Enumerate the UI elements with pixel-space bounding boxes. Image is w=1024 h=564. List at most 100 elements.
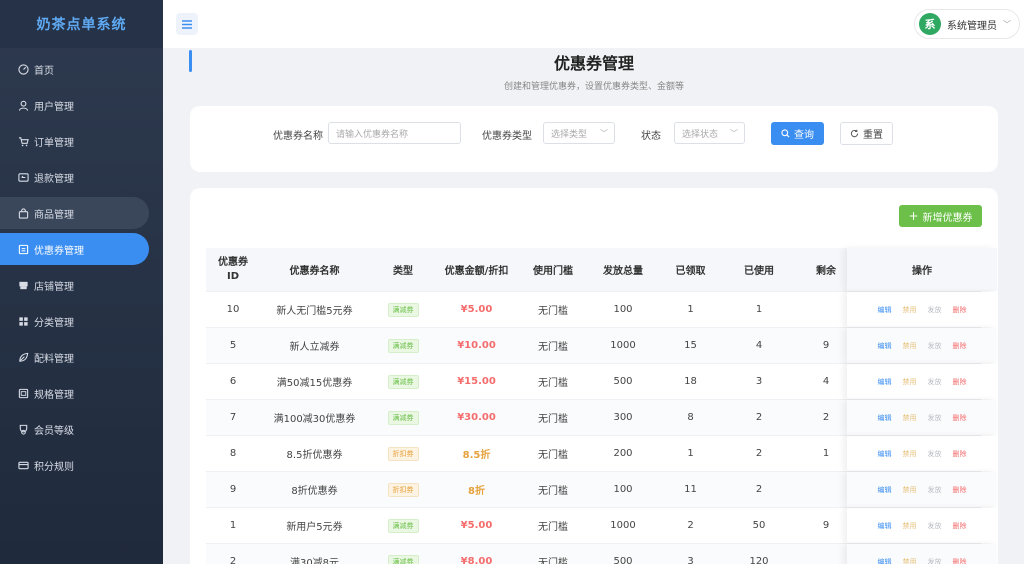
sidebar-item-refunds[interactable]: 退款管理 bbox=[0, 161, 149, 193]
dashboard-icon bbox=[17, 63, 29, 75]
sidebar-item-stores[interactable]: 店铺管理 bbox=[0, 269, 149, 301]
column-header-name[interactable]: 优惠券名称 bbox=[260, 248, 369, 291]
edit-link[interactable]: 编辑 bbox=[878, 341, 892, 351]
leaf-icon bbox=[17, 351, 29, 363]
edit-link[interactable]: 编辑 bbox=[878, 305, 892, 315]
ops-cell: 编辑 禁用 发放 删除 bbox=[847, 292, 997, 327]
query-button[interactable]: 查询 bbox=[771, 122, 824, 145]
delete-link[interactable]: 删除 bbox=[953, 341, 967, 351]
user-menu[interactable]: 系 系统管理员 ﹀ bbox=[914, 9, 1020, 39]
cell-total: 1000 bbox=[610, 520, 636, 531]
delete-link[interactable]: 删除 bbox=[953, 413, 967, 423]
status-label: 状态 bbox=[641, 131, 661, 142]
issue-link[interactable]: 发放 bbox=[928, 521, 942, 531]
edit-link[interactable]: 编辑 bbox=[878, 449, 892, 459]
sidebar-item-home[interactable]: 首页 bbox=[0, 53, 149, 85]
edit-link[interactable]: 编辑 bbox=[878, 413, 892, 423]
cell-threshold: 无门槛 bbox=[538, 378, 568, 389]
cell-name: 新用户5元券 bbox=[286, 522, 343, 533]
delete-link[interactable]: 删除 bbox=[953, 485, 967, 495]
cell-id: 2 bbox=[229, 556, 237, 564]
column-header-id[interactable]: 优惠券 ID bbox=[206, 248, 260, 291]
disable-link[interactable]: 禁用 bbox=[903, 521, 917, 531]
column-header-id-line2: ID bbox=[226, 270, 240, 282]
delete-link[interactable]: 删除 bbox=[953, 305, 967, 315]
status-select[interactable]: 选择状态 ﹀ bbox=[674, 122, 745, 144]
ops-column-header: 操作 bbox=[847, 248, 997, 291]
coupon-table: 优惠券 ID 优惠券名称 类型 优惠金额/折扣 使用门槛 发放总量 已领取 已使… bbox=[206, 248, 997, 564]
cell-total: 500 bbox=[613, 556, 633, 564]
table-body: 10 新人无门槛5元券 满减券 ¥5.00 无门槛 100 1 1 编辑 禁用 发放 删除 5 新人立减券… bbox=[206, 292, 997, 564]
cell-threshold: 无门槛 bbox=[538, 414, 568, 425]
column-header-threshold[interactable]: 使用门槛 bbox=[516, 248, 590, 291]
table-row: 5 新人立减券 满减券 ¥10.00 无门槛 1000 15 4 9 编辑 禁用 发放 删除 bbox=[206, 328, 997, 364]
issue-link[interactable]: 发放 bbox=[928, 557, 942, 564]
coupon-type-select[interactable]: 选择类型 ﹀ bbox=[543, 122, 615, 144]
delete-link[interactable]: 删除 bbox=[953, 377, 967, 387]
column-header-type[interactable]: 类型 bbox=[369, 248, 437, 291]
reset-button[interactable]: 重置 bbox=[840, 122, 893, 145]
disable-link[interactable]: 禁用 bbox=[903, 413, 917, 423]
sidebar-item-users[interactable]: 用户管理 bbox=[0, 89, 149, 121]
cell-id: 8 bbox=[229, 448, 237, 459]
sidebar-item-label: 商品管理 bbox=[34, 209, 74, 221]
cell-used: 50 bbox=[752, 520, 766, 531]
cell-name: 满50减15优惠券 bbox=[276, 378, 353, 389]
column-header-amount[interactable]: 优惠金额/折扣 bbox=[437, 248, 516, 291]
disable-link[interactable]: 禁用 bbox=[903, 377, 917, 387]
ops-cell: 编辑 禁用 发放 删除 bbox=[847, 364, 997, 399]
sidebar-item-ingredients[interactable]: 配料管理 bbox=[0, 341, 149, 373]
sidebar-item-member-levels[interactable]: 会员等级 bbox=[0, 413, 149, 445]
menu-toggle-button[interactable] bbox=[176, 13, 198, 35]
sidebar-item-orders[interactable]: 订单管理 bbox=[0, 125, 149, 157]
cell-type: 折扣券 bbox=[369, 472, 437, 507]
amount-value: ¥30.00 bbox=[457, 412, 496, 423]
edit-link[interactable]: 编辑 bbox=[878, 521, 892, 531]
column-header-used[interactable]: 已使用 bbox=[725, 248, 793, 291]
ops-cell: 编辑 禁用 发放 删除 bbox=[847, 544, 997, 564]
delete-link[interactable]: 删除 bbox=[953, 449, 967, 459]
sidebar-item-categories[interactable]: 分类管理 bbox=[0, 305, 149, 337]
coupon-name-input[interactable]: 请输入优惠券名称 bbox=[328, 122, 461, 144]
coupon-name-placeholder: 请输入优惠券名称 bbox=[336, 129, 409, 140]
column-header-received[interactable]: 已领取 bbox=[656, 248, 725, 291]
page-subtitle: 创建和管理优惠券，设置优惠券类型、金额等 bbox=[503, 82, 684, 92]
sidebar-item-coupons[interactable]: 优惠券管理 bbox=[0, 233, 149, 265]
issue-link[interactable]: 发放 bbox=[928, 449, 942, 459]
issue-link[interactable]: 发放 bbox=[928, 341, 942, 351]
cell-threshold: 无门槛 bbox=[538, 342, 568, 353]
sidebar-item-specs[interactable]: 规格管理 bbox=[0, 377, 149, 409]
cell-total: 1000 bbox=[610, 340, 636, 351]
cell-received: 1 bbox=[687, 448, 694, 459]
row-actions: 编辑 禁用 发放 删除 bbox=[847, 400, 997, 435]
cell-total: 100 bbox=[613, 304, 633, 315]
cell-received: 18 bbox=[684, 376, 697, 387]
sidebar-item-label: 用户管理 bbox=[34, 101, 74, 113]
disable-link[interactable]: 禁用 bbox=[903, 557, 917, 564]
table-row: 2 满30减8元 满减券 ¥8.00 无门槛 500 3 120 编辑 禁用 发放 删除 bbox=[206, 544, 997, 564]
delete-link[interactable]: 删除 bbox=[953, 521, 967, 531]
cell-id: 9 bbox=[229, 484, 237, 495]
add-coupon-button[interactable]: + 新增优惠券 bbox=[899, 205, 982, 227]
amount-value: ¥5.00 bbox=[460, 520, 493, 531]
disable-link[interactable]: 禁用 bbox=[903, 449, 917, 459]
issue-link[interactable]: 发放 bbox=[928, 413, 942, 423]
issue-link[interactable]: 发放 bbox=[928, 377, 942, 387]
column-header-total[interactable]: 发放总量 bbox=[590, 248, 656, 291]
issue-link[interactable]: 发放 bbox=[928, 305, 942, 315]
sidebar-item-label: 店铺管理 bbox=[34, 281, 74, 293]
disable-link[interactable]: 禁用 bbox=[903, 341, 917, 351]
sidebar-item-products[interactable]: 商品管理 bbox=[0, 197, 149, 229]
issue-link[interactable]: 发放 bbox=[928, 485, 942, 495]
disable-link[interactable]: 禁用 bbox=[903, 305, 917, 315]
sidebar-item-points-rules[interactable]: 积分规则 bbox=[0, 449, 149, 481]
disable-link[interactable]: 禁用 bbox=[903, 485, 917, 495]
edit-link[interactable]: 编辑 bbox=[878, 485, 892, 495]
delete-link[interactable]: 删除 bbox=[953, 557, 967, 564]
cell-amount: ¥8.00 bbox=[437, 544, 516, 564]
type-tag: 满减券 bbox=[387, 410, 419, 425]
sidebar-menu: 首页 用户管理 订单管理 退款管理 商品管理 优惠券管理 店铺管理 分类管理 配… bbox=[0, 48, 163, 481]
row-actions: 编辑 禁用 发放 删除 bbox=[847, 364, 997, 399]
edit-link[interactable]: 编辑 bbox=[878, 557, 892, 564]
edit-link[interactable]: 编辑 bbox=[878, 377, 892, 387]
